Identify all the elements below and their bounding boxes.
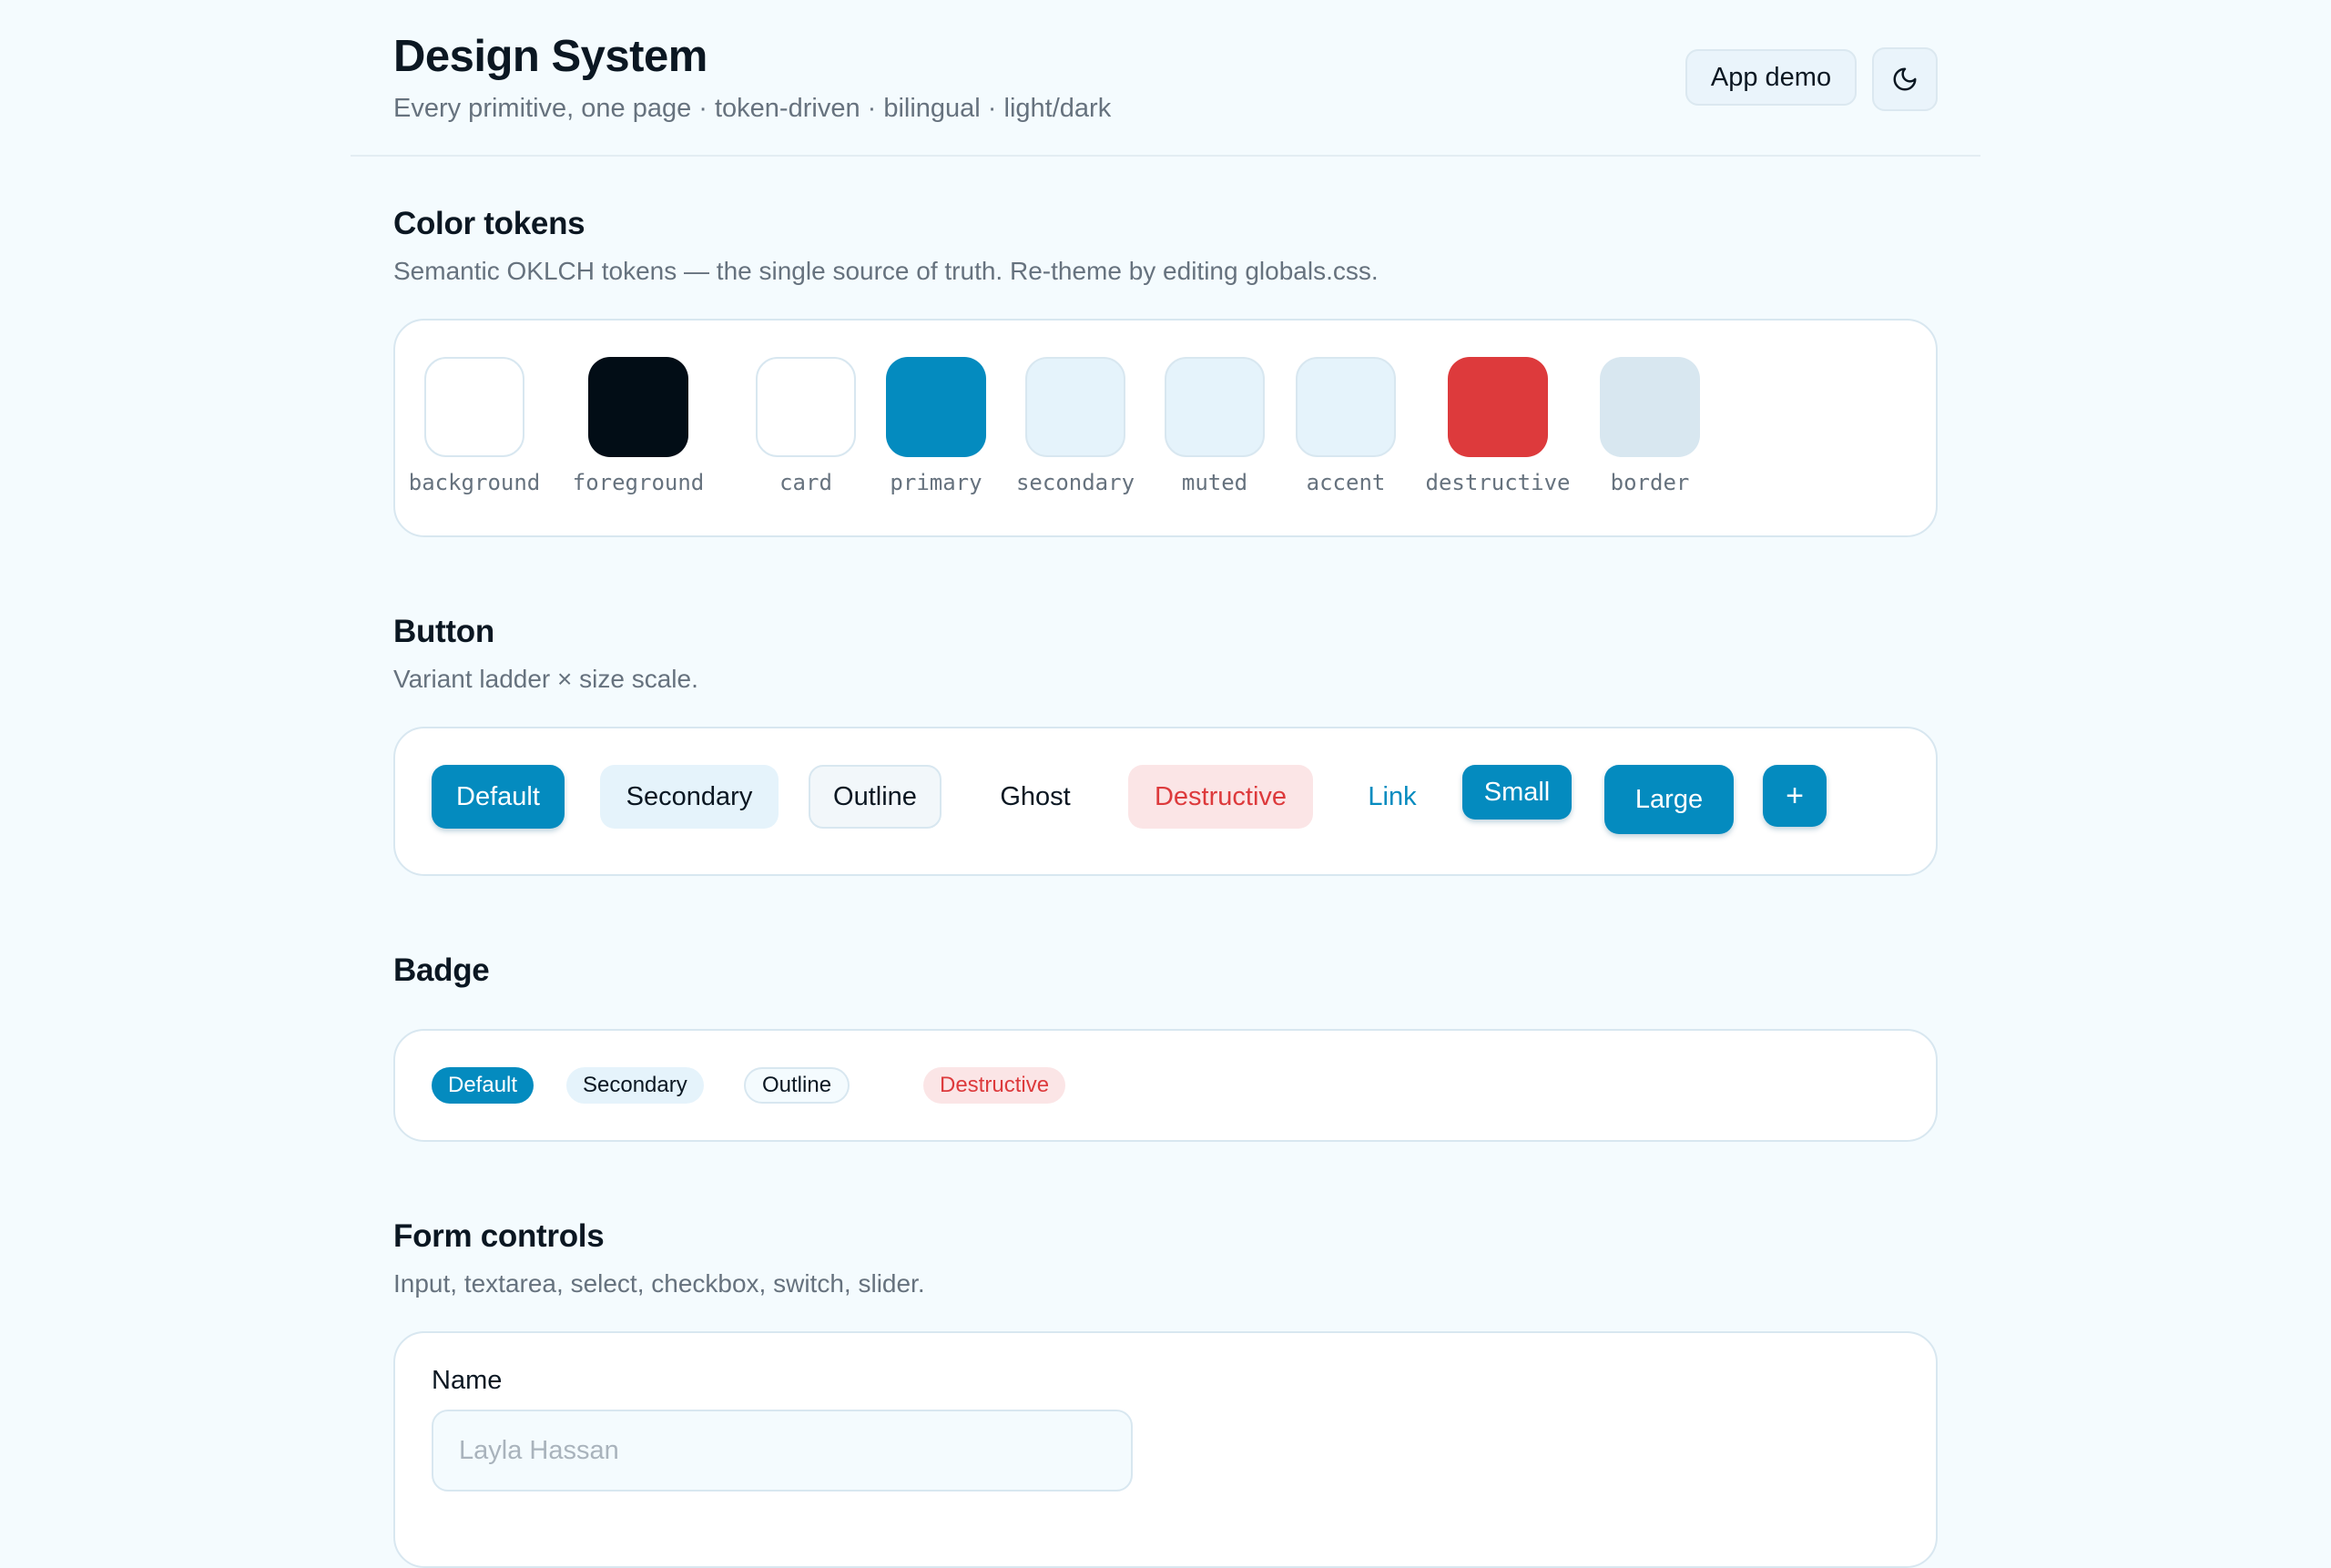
- name-field-label: Name: [432, 1366, 503, 1395]
- color-tokens-title: Color tokens: [393, 206, 585, 241]
- swatch-label: background: [408, 470, 541, 495]
- form-controls-description: Input, textarea, select, checkbox, switc…: [393, 1269, 925, 1298]
- swatch-foreground: foreground: [573, 357, 704, 495]
- button-card: Default Secondary Outline Ghost Destruct…: [393, 727, 1938, 876]
- outline-button[interactable]: Outline: [809, 765, 942, 829]
- color-tokens-card: background foreground card primary secon…: [393, 319, 1938, 537]
- plus-icon: +: [1786, 778, 1804, 813]
- swatch-label: destructive: [1425, 470, 1571, 495]
- badge-section-title: Badge: [393, 952, 490, 988]
- badge-card: Default Secondary Outline Destructive: [393, 1029, 1938, 1142]
- destructive-button[interactable]: Destructive: [1128, 765, 1313, 829]
- page-header: Design System Every primitive, one page …: [351, 0, 1980, 157]
- swatch-chip: [756, 357, 856, 457]
- moon-icon: [1893, 67, 1917, 91]
- large-button[interactable]: Large: [1604, 765, 1734, 834]
- swatch-chip: [588, 357, 688, 457]
- swatch-secondary: secondary: [1016, 357, 1135, 495]
- app-demo-button[interactable]: App demo: [1685, 49, 1857, 106]
- swatch-muted: muted: [1165, 357, 1265, 495]
- swatch-card: card: [756, 357, 856, 495]
- swatch-primary: primary: [886, 357, 986, 495]
- swatch-border: border: [1600, 357, 1700, 495]
- swatch-chip: [1025, 357, 1125, 457]
- swatch-label: card: [779, 470, 832, 495]
- swatch-background: background: [409, 357, 540, 495]
- swatch-chip: [1165, 357, 1265, 457]
- swatch-label: muted: [1181, 470, 1248, 495]
- outline-badge: Outline: [744, 1067, 850, 1104]
- default-badge: Default: [432, 1067, 534, 1104]
- swatch-label: accent: [1306, 470, 1386, 495]
- plus-icon-button[interactable]: +: [1763, 765, 1827, 827]
- swatch-label: primary: [890, 470, 982, 495]
- secondary-badge: Secondary: [566, 1067, 704, 1104]
- swatch-destructive: destructive: [1426, 357, 1570, 495]
- name-input[interactable]: [432, 1410, 1133, 1492]
- swatch-accent: accent: [1296, 357, 1396, 495]
- swatch-label: border: [1610, 470, 1690, 495]
- form-controls-title: Form controls: [393, 1218, 605, 1254]
- button-section-title: Button: [393, 614, 494, 649]
- page-subtitle: Every primitive, one page · token-driven…: [393, 94, 1112, 123]
- link-button[interactable]: Link: [1342, 765, 1442, 829]
- swatch-label: secondary: [1015, 470, 1135, 495]
- swatch-label: foreground: [572, 470, 705, 495]
- page-title: Design System: [393, 32, 707, 81]
- swatch-chip: [424, 357, 524, 457]
- color-tokens-description: Semantic OKLCH tokens — the single sourc…: [393, 257, 1379, 285]
- swatch-chip: [1448, 357, 1548, 457]
- page: Design System Every primitive, one page …: [351, 0, 1980, 1568]
- swatch-chip: [886, 357, 986, 457]
- swatch-chip: [1600, 357, 1700, 457]
- form-controls-card: Name: [393, 1331, 1938, 1568]
- destructive-badge: Destructive: [923, 1067, 1066, 1104]
- theme-toggle-button[interactable]: [1872, 47, 1938, 111]
- default-button[interactable]: Default: [432, 765, 565, 829]
- small-button[interactable]: Small: [1462, 765, 1572, 820]
- button-section-description: Variant ladder × size scale.: [393, 665, 698, 693]
- secondary-button[interactable]: Secondary: [600, 765, 779, 829]
- swatch-chip: [1296, 357, 1396, 457]
- ghost-button[interactable]: Ghost: [972, 765, 1099, 829]
